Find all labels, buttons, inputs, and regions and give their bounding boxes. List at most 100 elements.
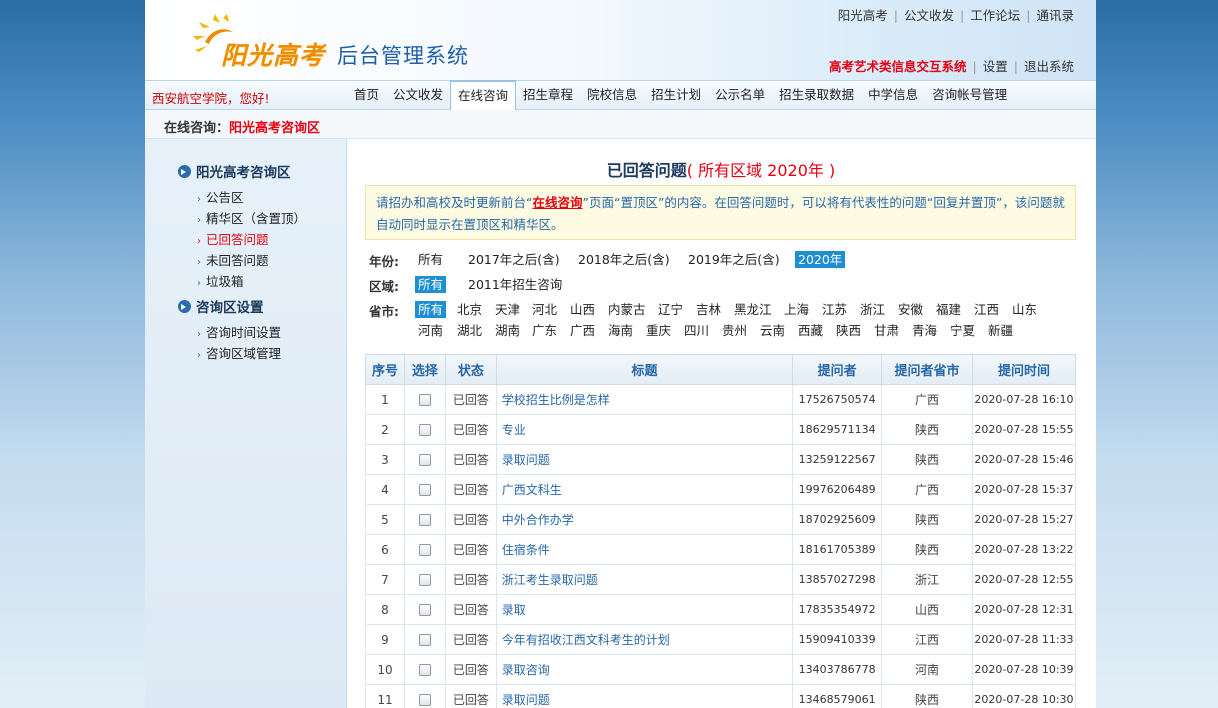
year-2020[interactable]: 2020年 bbox=[795, 251, 846, 268]
cell-title[interactable]: 录取问题 bbox=[495, 444, 794, 475]
cell-select[interactable] bbox=[403, 474, 446, 505]
cell-select[interactable] bbox=[403, 384, 446, 415]
sidebar-item-announcements[interactable]: › 公告区 bbox=[197, 187, 244, 206]
cell-title[interactable]: 住宿条件 bbox=[495, 534, 794, 565]
cell-select[interactable] bbox=[403, 564, 446, 595]
province-option-r1-3[interactable]: 河北 bbox=[529, 301, 560, 318]
province-option-r2-0[interactable]: 河南 bbox=[415, 322, 446, 339]
cell-title[interactable]: 广西文科生 bbox=[495, 474, 794, 505]
row-checkbox[interactable] bbox=[418, 664, 431, 676]
province-option-r1-10[interactable]: 江苏 bbox=[819, 301, 850, 318]
nav-account-manage[interactable]: 咨询帐号管理 bbox=[925, 81, 1014, 110]
province-option-r1-15[interactable]: 山东 bbox=[1009, 301, 1040, 318]
cell-asker: 18161705389 bbox=[792, 534, 883, 565]
province-option-r1-2[interactable]: 天津 bbox=[492, 301, 523, 318]
sidebar-item-featured[interactable]: › 精华区（含置顶） bbox=[197, 208, 306, 227]
region-2011[interactable]: 2011年招生咨询 bbox=[465, 276, 565, 293]
province-option-r2-14[interactable]: 宁夏 bbox=[947, 322, 978, 339]
cell-select[interactable] bbox=[403, 684, 446, 708]
settings-link[interactable]: 设置 bbox=[983, 59, 1008, 74]
province-option-r2-1[interactable]: 湖北 bbox=[454, 322, 485, 339]
row-checkbox[interactable] bbox=[418, 574, 431, 586]
nav-school-info[interactable]: 院校信息 bbox=[580, 81, 644, 110]
province-option-r1-14[interactable]: 江西 bbox=[971, 301, 1002, 318]
sidebar-item-answered[interactable]: › 已回答问题 bbox=[197, 229, 269, 248]
row-checkbox[interactable] bbox=[418, 484, 431, 496]
province-option-r1-8[interactable]: 黑龙江 bbox=[731, 301, 775, 318]
nav-home[interactable]: 首页 bbox=[347, 81, 386, 110]
province-option-r1-6[interactable]: 辽宁 bbox=[655, 301, 686, 318]
top-link-documents[interactable]: 公文收发 bbox=[904, 8, 954, 23]
nav-school-info-middle[interactable]: 中学信息 bbox=[861, 81, 925, 110]
cell-select[interactable] bbox=[403, 654, 446, 685]
row-checkbox[interactable] bbox=[418, 394, 431, 406]
year-all[interactable]: 所有 bbox=[415, 251, 446, 268]
province-option-r2-2[interactable]: 湖南 bbox=[492, 322, 523, 339]
province-option-r1-12[interactable]: 安徽 bbox=[895, 301, 926, 318]
nav-admission-plan[interactable]: 招生计划 bbox=[644, 81, 708, 110]
row-checkbox[interactable] bbox=[418, 424, 431, 436]
sidebar-group-consult[interactable]: 阳光高考咨询区 bbox=[178, 161, 291, 181]
province-option-r2-5[interactable]: 海南 bbox=[605, 322, 636, 339]
cell-select[interactable] bbox=[403, 504, 446, 535]
cell-select[interactable] bbox=[403, 444, 446, 475]
province-option-r1-1[interactable]: 北京 bbox=[454, 301, 485, 318]
province-option-r1-5[interactable]: 内蒙古 bbox=[605, 301, 649, 318]
row-checkbox[interactable] bbox=[418, 544, 431, 556]
cell-title[interactable]: 录取问题 bbox=[495, 684, 794, 708]
province-option-r1-9[interactable]: 上海 bbox=[781, 301, 812, 318]
cell-select[interactable] bbox=[403, 624, 446, 655]
top-link-contacts[interactable]: 通讯录 bbox=[1036, 8, 1074, 23]
year-2017[interactable]: 2017年之后(含) bbox=[465, 251, 563, 268]
province-option-r2-3[interactable]: 广东 bbox=[529, 322, 560, 339]
province-option-r2-7[interactable]: 四川 bbox=[681, 322, 712, 339]
year-2018[interactable]: 2018年之后(含) bbox=[575, 251, 673, 268]
sidebar-item-region-manage[interactable]: › 咨询区域管理 bbox=[197, 343, 281, 362]
cell-title[interactable]: 今年有招收江西文科考生的计划 bbox=[495, 624, 794, 655]
cell-title[interactable]: 录取 bbox=[495, 594, 794, 625]
province-option-r2-13[interactable]: 青海 bbox=[909, 322, 940, 339]
art-system-link[interactable]: 高考艺术类信息交互系统 bbox=[829, 59, 967, 74]
sidebar-group-settings[interactable]: 咨询区设置 bbox=[178, 296, 264, 316]
cell-title[interactable]: 专业 bbox=[495, 414, 794, 445]
province-option-r2-10[interactable]: 西藏 bbox=[795, 322, 826, 339]
cell-select[interactable] bbox=[403, 414, 446, 445]
cell-select[interactable] bbox=[403, 534, 446, 565]
logout-link[interactable]: 退出系统 bbox=[1024, 59, 1074, 74]
province-option-r1-4[interactable]: 山西 bbox=[567, 301, 598, 318]
province-option-r2-11[interactable]: 陕西 bbox=[833, 322, 864, 339]
cell-title[interactable]: 中外合作办学 bbox=[495, 504, 794, 535]
nav-documents[interactable]: 公文收发 bbox=[386, 81, 450, 110]
cell-title[interactable]: 学校招生比例是怎样 bbox=[495, 384, 794, 415]
row-checkbox[interactable] bbox=[418, 634, 431, 646]
row-checkbox[interactable] bbox=[418, 604, 431, 616]
nav-admission-rules[interactable]: 招生章程 bbox=[516, 81, 580, 110]
province-option-r2-4[interactable]: 广西 bbox=[567, 322, 598, 339]
row-checkbox[interactable] bbox=[418, 514, 431, 526]
province-option-r2-8[interactable]: 贵州 bbox=[719, 322, 750, 339]
nav-public-list[interactable]: 公示名单 bbox=[708, 81, 772, 110]
province-option-r2-12[interactable]: 甘肃 bbox=[871, 322, 902, 339]
sidebar-item-trash[interactable]: › 垃圾箱 bbox=[197, 271, 244, 290]
sidebar-item-time-settings[interactable]: › 咨询时间设置 bbox=[197, 322, 281, 341]
province-option-r2-15[interactable]: 新疆 bbox=[985, 322, 1016, 339]
sidebar-item-unanswered[interactable]: › 未回答问题 bbox=[197, 250, 269, 269]
province-option-r2-9[interactable]: 云南 bbox=[757, 322, 788, 339]
row-checkbox[interactable] bbox=[418, 454, 431, 466]
nav-admission-data[interactable]: 招生录取数据 bbox=[772, 81, 861, 110]
nav-online-consult[interactable]: 在线咨询 bbox=[450, 80, 517, 110]
region-all[interactable]: 所有 bbox=[415, 276, 447, 293]
province-option-r2-6[interactable]: 重庆 bbox=[643, 322, 674, 339]
row-checkbox[interactable] bbox=[418, 694, 431, 706]
cell-title[interactable]: 录取咨询 bbox=[495, 654, 794, 685]
province-option-r1-13[interactable]: 福建 bbox=[933, 301, 964, 318]
cell-select[interactable] bbox=[403, 594, 446, 625]
top-link-forum[interactable]: 工作论坛 bbox=[970, 8, 1020, 23]
province-option-r1-0[interactable]: 所有 bbox=[415, 301, 447, 318]
province-option-r1-7[interactable]: 吉林 bbox=[693, 301, 724, 318]
notice-online-consult-link[interactable]: 在线咨询 bbox=[532, 195, 582, 210]
year-2019[interactable]: 2019年之后(含) bbox=[685, 251, 783, 268]
province-option-r1-11[interactable]: 浙江 bbox=[857, 301, 888, 318]
top-link-gaokao[interactable]: 阳光高考 bbox=[838, 8, 888, 23]
cell-title[interactable]: 浙江考生录取问题 bbox=[495, 564, 794, 595]
